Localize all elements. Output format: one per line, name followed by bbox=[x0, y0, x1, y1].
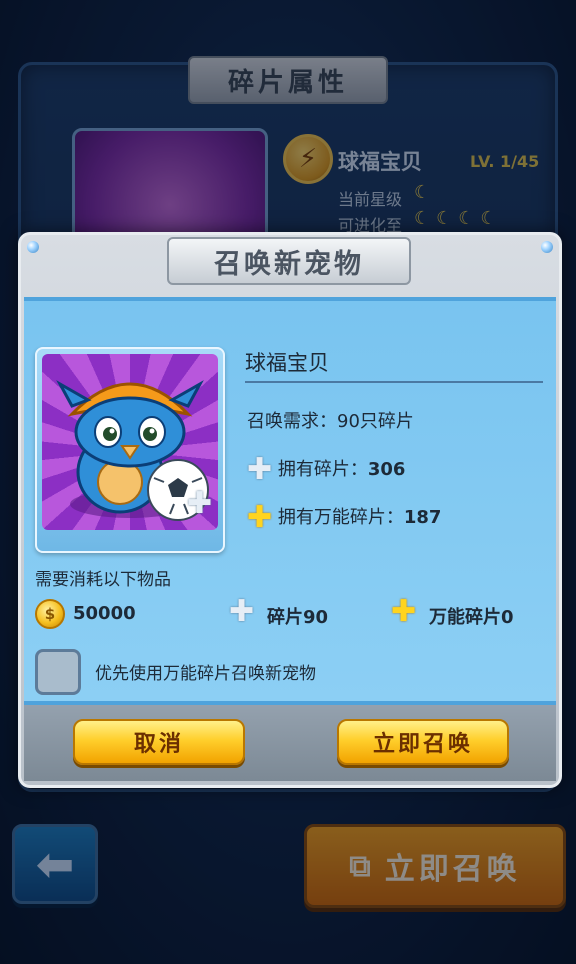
summon-requirement: 召唤需求：90只碎片 bbox=[247, 411, 414, 432]
pet-portrait: ✚ bbox=[35, 347, 225, 553]
puzzle-piece-gold-icon: ✚ bbox=[247, 500, 273, 535]
puzzle-piece-silver-icon: ✚ bbox=[247, 452, 273, 487]
owned-universal-label: 拥有万能碎片： bbox=[277, 507, 404, 528]
prefer-universal-label[interactable]: 优先使用万能碎片召唤新宠物 bbox=[95, 659, 316, 684]
divider bbox=[245, 381, 543, 383]
rivet-icon bbox=[27, 241, 39, 253]
puzzle-piece-gold-icon: ✚ bbox=[391, 594, 417, 629]
dialog-title: 召唤新宠物 bbox=[167, 237, 411, 285]
pet-name: 球福宝贝 bbox=[245, 351, 329, 375]
rivet-icon bbox=[541, 241, 553, 253]
summon-dialog: 召唤新宠物 ✚ 球福宝贝 召唤需求：90只碎片 ✚ 拥有碎片：306 ✚ 拥有万… bbox=[18, 232, 562, 788]
gold-coin-icon: $ bbox=[35, 599, 65, 629]
prefer-universal-checkbox[interactable] bbox=[35, 649, 81, 695]
cost-fragments: 碎片90 bbox=[267, 607, 329, 628]
owned-universal-value: 187 bbox=[403, 507, 442, 528]
fragment-badge-icon: ✚ bbox=[187, 486, 213, 521]
cost-title: 需要消耗以下物品 bbox=[35, 570, 171, 590]
cost-coins: 50000 bbox=[73, 603, 136, 624]
owned-fragments-label: 拥有碎片： bbox=[277, 459, 368, 480]
cost-universal: 万能碎片0 bbox=[429, 607, 514, 628]
cancel-button[interactable]: 取消 bbox=[73, 719, 245, 765]
owned-universal-row: ✚ 拥有万能碎片：187 bbox=[247, 503, 441, 533]
puzzle-piece-silver-icon: ✚ bbox=[229, 594, 255, 629]
confirm-summon-button[interactable]: 立即召唤 bbox=[337, 719, 509, 765]
owned-fragments-value: 306 bbox=[367, 459, 406, 480]
owned-fragments-row: ✚ 拥有碎片：306 bbox=[247, 455, 405, 485]
